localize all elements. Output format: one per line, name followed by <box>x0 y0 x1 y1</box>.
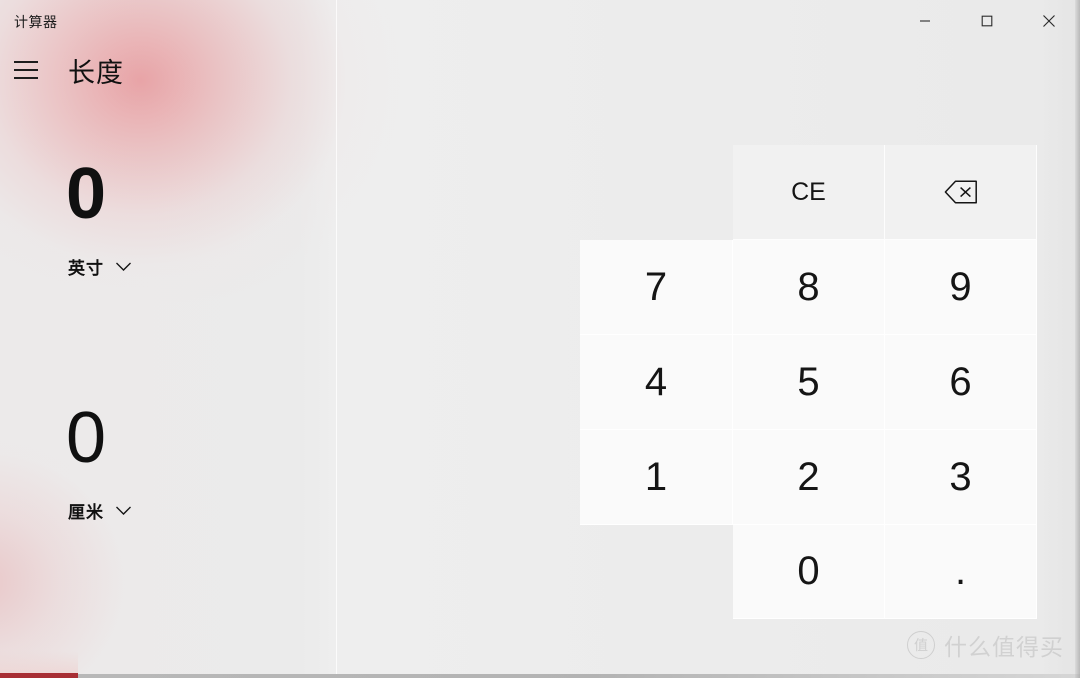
bottom-left-accent-bar <box>0 673 78 678</box>
key-5[interactable]: 5 <box>733 335 885 430</box>
key-7[interactable]: 7 <box>580 240 733 335</box>
key-8[interactable]: 8 <box>733 240 885 335</box>
caption-buttons <box>894 0 1080 42</box>
numeric-keypad: CE 7 8 9 4 5 6 1 2 3 0 . <box>580 145 1037 619</box>
key-1[interactable]: 1 <box>580 430 733 525</box>
hamburger-line <box>14 77 38 79</box>
key-decimal-point[interactable]: . <box>885 525 1037 619</box>
hamburger-line <box>14 69 38 71</box>
page-title: 长度 <box>68 57 124 88</box>
minimize-button[interactable] <box>894 0 956 42</box>
window-right-edge <box>1075 0 1080 678</box>
conversion-results: 0 英寸 0 厘米 <box>0 110 336 630</box>
from-unit-label: 英寸 <box>68 259 104 278</box>
backspace-icon <box>944 180 977 204</box>
from-unit-block: 0 英寸 <box>0 158 336 279</box>
pane-divider <box>336 0 337 678</box>
close-button[interactable] <box>1018 0 1080 42</box>
close-icon <box>1043 15 1055 27</box>
calculator-window: 计算器 长度 0 英寸 0 厘米 CE 7 8 9 4 5 6 1 2 3 0 … <box>0 0 1080 678</box>
header-row: 长度 <box>0 46 124 94</box>
key-9[interactable]: 9 <box>885 240 1037 335</box>
clear-entry-button[interactable]: CE <box>733 145 885 240</box>
backspace-button[interactable] <box>885 145 1037 240</box>
keypad-gap <box>580 145 733 240</box>
title-bar: 计算器 <box>0 0 1080 42</box>
bottom-edge-strip <box>0 674 1080 678</box>
maximize-button[interactable] <box>956 0 1018 42</box>
maximize-icon <box>981 15 993 27</box>
bottom-left-tint <box>0 651 78 673</box>
minimize-icon <box>920 20 930 22</box>
chevron-down-icon <box>115 505 132 516</box>
hamburger-line <box>14 61 38 63</box>
to-unit-block: 0 厘米 <box>0 402 336 523</box>
chevron-down-icon <box>115 261 132 272</box>
keypad-empty-cell <box>580 525 733 619</box>
from-unit-selector[interactable]: 英寸 <box>68 254 132 279</box>
key-0[interactable]: 0 <box>733 525 885 619</box>
key-6[interactable]: 6 <box>885 335 1037 430</box>
to-value[interactable]: 0 <box>66 402 336 474</box>
app-title: 计算器 <box>14 14 58 30</box>
key-2[interactable]: 2 <box>733 430 885 525</box>
hamburger-menu-icon[interactable] <box>2 48 50 92</box>
to-unit-label: 厘米 <box>68 503 104 522</box>
to-unit-selector[interactable]: 厘米 <box>68 498 132 523</box>
key-3[interactable]: 3 <box>885 430 1037 525</box>
from-value[interactable]: 0 <box>66 158 336 230</box>
key-4[interactable]: 4 <box>580 335 733 430</box>
